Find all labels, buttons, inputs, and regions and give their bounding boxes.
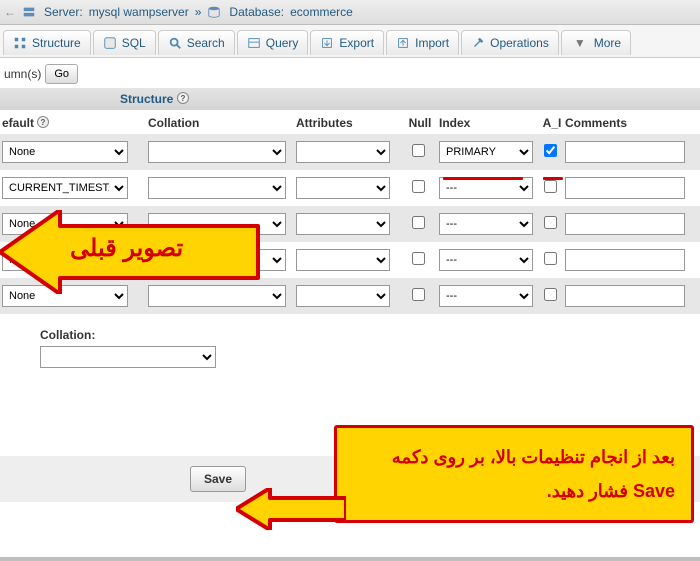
svg-text:?: ? bbox=[180, 94, 185, 103]
server-label: Server: bbox=[44, 5, 83, 19]
tab-label: More bbox=[594, 36, 621, 50]
server-icon bbox=[22, 5, 38, 20]
null-checkbox[interactable] bbox=[412, 180, 425, 193]
structure-heading: Structure ? bbox=[0, 88, 700, 110]
index-select[interactable]: PRIMARY bbox=[439, 141, 533, 163]
tab-label: Search bbox=[187, 36, 225, 50]
columns-label: umn(s) bbox=[4, 67, 41, 81]
attributes-select[interactable] bbox=[296, 141, 390, 163]
breadcrumb-sep: » bbox=[195, 5, 202, 19]
sql-icon bbox=[103, 36, 117, 50]
header-comments: Comments bbox=[565, 116, 695, 130]
tab-search[interactable]: Search bbox=[158, 30, 235, 55]
database-icon bbox=[207, 5, 223, 20]
structure-icon bbox=[13, 36, 27, 50]
collation-select[interactable] bbox=[148, 177, 286, 199]
collation-label: Collation: bbox=[40, 328, 700, 342]
comment-input[interactable] bbox=[565, 285, 685, 307]
tab-label: Query bbox=[266, 36, 299, 50]
help-icon[interactable]: ? bbox=[177, 92, 189, 104]
server-link[interactable]: mysql wampserver bbox=[89, 5, 189, 19]
table-header: efault ? Collation Attributes Null Index… bbox=[0, 110, 700, 134]
header-attributes: Attributes bbox=[296, 116, 401, 130]
tab-sql[interactable]: SQL bbox=[93, 30, 156, 55]
index-select[interactable]: --- bbox=[439, 177, 533, 199]
ai-checkbox[interactable] bbox=[544, 252, 557, 265]
tab-label: Operations bbox=[490, 36, 549, 50]
arrow-left-icon bbox=[236, 488, 346, 530]
tab-operations[interactable]: Operations bbox=[461, 30, 559, 55]
collation-block: Collation: bbox=[40, 328, 700, 368]
collation-select[interactable] bbox=[148, 141, 286, 163]
bottom-border bbox=[0, 557, 700, 561]
null-checkbox[interactable] bbox=[412, 144, 425, 157]
import-icon bbox=[396, 36, 410, 50]
attributes-select[interactable] bbox=[296, 249, 390, 271]
attributes-select[interactable] bbox=[296, 213, 390, 235]
ai-checkbox[interactable] bbox=[544, 180, 557, 193]
structure-heading-text: Structure bbox=[120, 92, 173, 106]
comment-input[interactable] bbox=[565, 177, 685, 199]
export-icon bbox=[320, 36, 334, 50]
tab-more[interactable]: ▼ More bbox=[561, 30, 631, 55]
header-default: efault ? bbox=[0, 116, 148, 130]
operations-icon bbox=[471, 36, 485, 50]
comment-input[interactable] bbox=[565, 213, 685, 235]
annotation-prev-image: تصویر قبلی bbox=[0, 210, 260, 297]
ai-checkbox[interactable] bbox=[544, 216, 557, 229]
annotation-text: تصویر قبلی bbox=[70, 234, 183, 263]
comment-input[interactable] bbox=[565, 249, 685, 271]
db-label: Database: bbox=[229, 5, 284, 19]
tab-import[interactable]: Import bbox=[386, 30, 459, 55]
tab-label: Structure bbox=[32, 36, 81, 50]
tab-label: Import bbox=[415, 36, 449, 50]
highlight-underline bbox=[443, 177, 523, 180]
query-icon bbox=[247, 36, 261, 50]
tab-query[interactable]: Query bbox=[237, 30, 309, 55]
tab-structure[interactable]: Structure bbox=[3, 30, 91, 55]
tab-export[interactable]: Export bbox=[310, 30, 384, 55]
ai-checkbox[interactable] bbox=[544, 144, 557, 157]
breadcrumb: ← Server: mysql wampserver » Database: e… bbox=[0, 0, 700, 25]
annotation-save-arrow bbox=[236, 488, 346, 533]
attributes-select[interactable] bbox=[296, 285, 390, 307]
index-select[interactable]: --- bbox=[439, 285, 533, 307]
chevron-down-icon: ▼ bbox=[571, 36, 589, 50]
search-icon bbox=[168, 36, 182, 50]
null-checkbox[interactable] bbox=[412, 288, 425, 301]
header-collation: Collation bbox=[148, 116, 296, 130]
comment-input[interactable] bbox=[565, 141, 685, 163]
null-checkbox[interactable] bbox=[412, 216, 425, 229]
default-select[interactable]: CURRENT_TIMESTAMP bbox=[2, 177, 128, 199]
tab-label: Export bbox=[339, 36, 374, 50]
help-icon[interactable]: ? bbox=[37, 116, 49, 128]
annotation-save-hint: بعد از انجام تنظیمات بالا، بر روی دکمه S… bbox=[334, 425, 694, 523]
collation-select[interactable] bbox=[40, 346, 216, 368]
annotation-text: بعد از انجام تنظیمات بالا، بر روی دکمه S… bbox=[334, 425, 694, 523]
go-button[interactable]: Go bbox=[45, 64, 78, 84]
tab-bar: Structure SQL Search Query Export Import… bbox=[0, 25, 700, 58]
header-ai: A_I bbox=[539, 116, 565, 130]
default-select[interactable]: None bbox=[2, 141, 128, 163]
nav-back-icon[interactable]: ← bbox=[4, 5, 16, 19]
svg-text:?: ? bbox=[41, 118, 46, 127]
highlight-underline bbox=[543, 177, 563, 180]
header-null: Null bbox=[401, 116, 439, 130]
index-select[interactable]: --- bbox=[439, 249, 533, 271]
null-checkbox[interactable] bbox=[412, 252, 425, 265]
table-row: None PRIMARY bbox=[0, 134, 700, 170]
header-index: Index bbox=[439, 116, 539, 130]
database-link[interactable]: ecommerce bbox=[290, 5, 353, 19]
attributes-select[interactable] bbox=[296, 177, 390, 199]
ai-checkbox[interactable] bbox=[544, 288, 557, 301]
tab-label: SQL bbox=[122, 36, 146, 50]
columns-row: umn(s) Go bbox=[0, 58, 700, 88]
index-select[interactable]: --- bbox=[439, 213, 533, 235]
table-row: CURRENT_TIMESTAMP --- bbox=[0, 170, 700, 206]
